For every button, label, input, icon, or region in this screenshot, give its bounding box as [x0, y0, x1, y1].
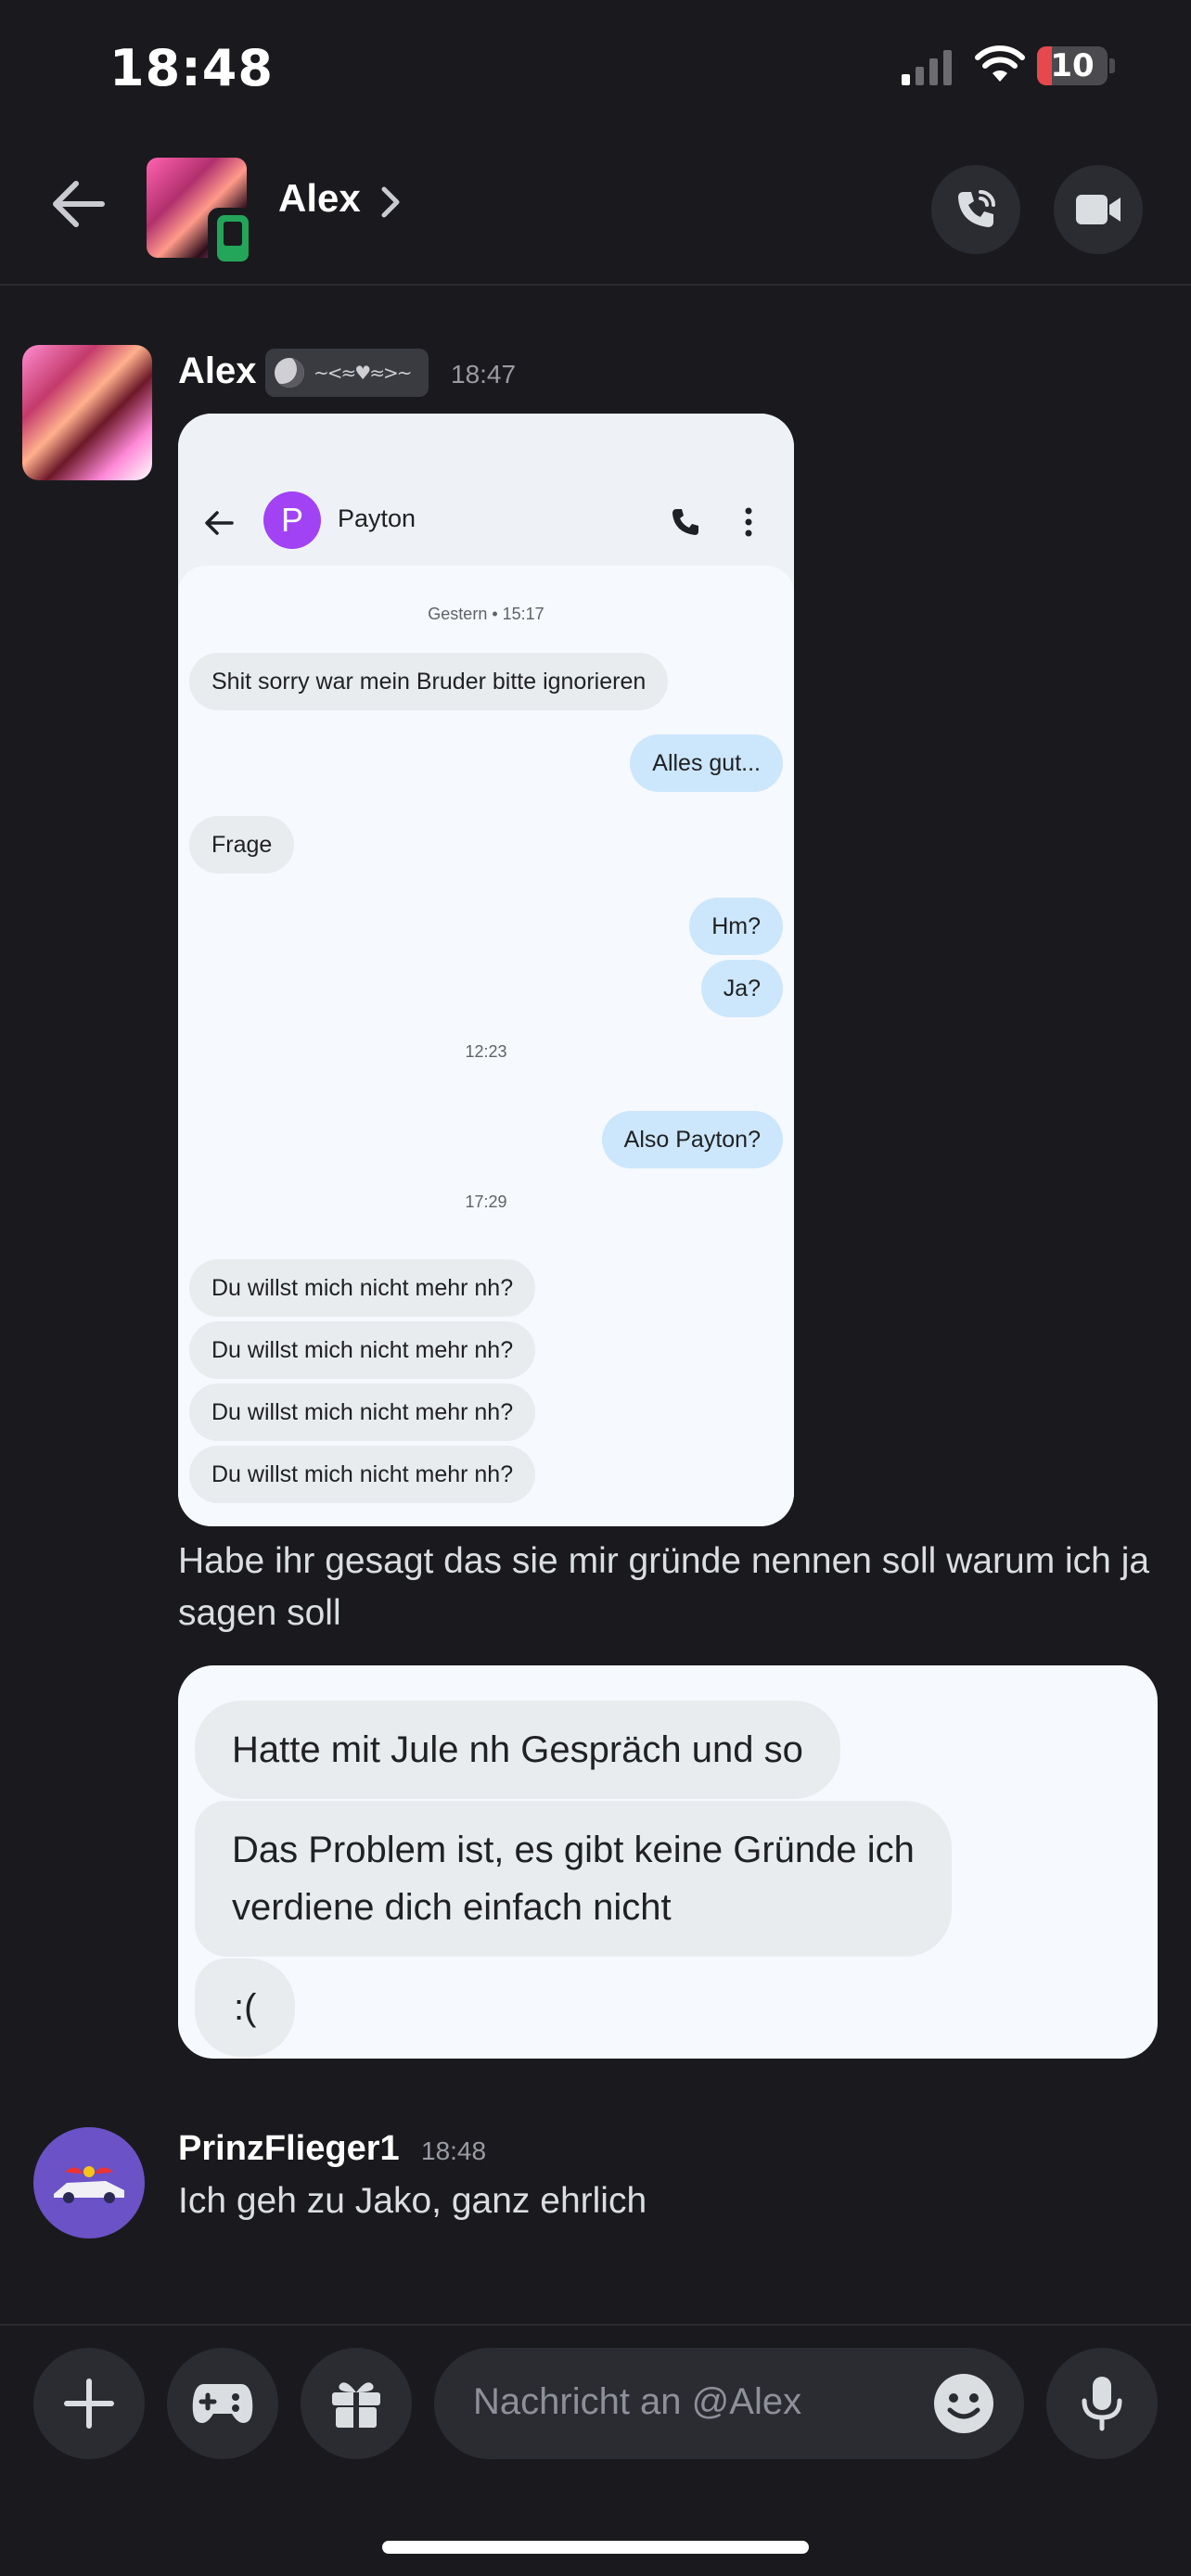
ss-contact-name: Payton: [338, 504, 416, 532]
car-logo-icon: [54, 2166, 124, 2203]
chat-header: Alex: [0, 130, 1191, 286]
ss-message-outgoing: Ja?: [700, 960, 783, 1017]
decoration-icon: ~<≈♥≈>~: [314, 362, 412, 384]
ss-message-outgoing: Hm?: [689, 898, 783, 955]
attachment-image[interactable]: P Payton Gestern • 15:17 Shit sorry war …: [178, 414, 794, 1526]
message-text: Ich geh zu Jako, ganz ehrlich: [178, 2181, 647, 2221]
ss-message-incoming: Hatte mit Jule nh Gespräch und so: [195, 1701, 840, 1799]
ss-message-incoming: Du willst mich nicht mehr nh?: [189, 1321, 536, 1379]
ss-message-incoming: Das Problem ist, es gibt keine Gründe ic…: [195, 1801, 952, 1957]
gift-icon: [332, 2382, 380, 2428]
avatar[interactable]: [33, 2127, 145, 2238]
message-text: Habe ihr gesagt das sie mir gründe nenne…: [178, 1541, 1150, 1633]
message-timestamp: 18:48: [421, 2136, 487, 2165]
message-input[interactable]: Nachricht an @Alex: [434, 2348, 1024, 2459]
ss-message-incoming: Du willst mich nicht mehr nh?: [189, 1384, 536, 1441]
ss-message-outgoing: Alles gut...: [630, 734, 783, 792]
home-indicator[interactable]: [382, 2541, 809, 2554]
battery-level: 10: [1050, 47, 1095, 84]
ss-message-incoming: Du willst mich nicht mehr nh?: [189, 1446, 536, 1503]
ss-message-incoming: Frage: [189, 816, 295, 874]
ss-message-line: Das Problem ist, es gibt keine Gründe ic…: [232, 1830, 915, 1870]
voice-message-button[interactable]: [1046, 2348, 1158, 2459]
chevron-right-icon[interactable]: [377, 184, 404, 221]
contact-name[interactable]: Alex: [278, 176, 361, 221]
ss-header: P Payton: [178, 414, 794, 562]
ss-message-incoming: Shit sorry war mein Bruder bitte ignorie…: [189, 653, 669, 710]
ss-date-divider: Gestern • 15:17: [428, 605, 544, 623]
header-avatar[interactable]: [147, 158, 258, 269]
back-button[interactable]: [45, 171, 111, 237]
activities-button[interactable]: [167, 2348, 278, 2459]
more-vertical-icon: [745, 507, 752, 537]
ss-message-outgoing: Also Payton?: [601, 1111, 783, 1168]
ss-message-line: Hatte mit Jule nh Gespräch und so: [232, 1729, 803, 1770]
ss-message-line: :(: [234, 1987, 257, 2028]
message-composer: Nachricht an @Alex: [0, 2324, 1191, 2576]
message-input-placeholder: Nachricht an @Alex: [473, 2381, 802, 2422]
arrow-left-icon: [205, 511, 234, 535]
gamepad-icon: [192, 2384, 253, 2423]
cellular-signal-icon: [902, 50, 952, 85]
arrow-left-icon: [53, 181, 105, 227]
ss-message-incoming: :(: [195, 1958, 296, 2057]
message-author[interactable]: PrinzFlieger1: [178, 2129, 400, 2169]
video-camera-icon: [1076, 195, 1121, 224]
mobile-status-icon: [208, 208, 258, 269]
phone-icon: [672, 509, 698, 535]
add-attachment-button[interactable]: [33, 2348, 145, 2459]
wifi-icon: [975, 45, 1025, 82]
ss-date-divider: 17:29: [465, 1192, 507, 1211]
message-timestamp: 18:47: [451, 360, 517, 389]
message-author[interactable]: Alex: [178, 351, 257, 392]
avatar[interactable]: [22, 345, 152, 480]
battery-icon: 10: [1037, 46, 1115, 85]
phone-icon: [958, 190, 995, 227]
microphone-icon: [1082, 2377, 1122, 2431]
ss-avatar: P: [263, 491, 321, 549]
attachment-image[interactable]: Hatte mit Jule nh Gespräch und so Das Pr…: [178, 1665, 1158, 2059]
video-call-button[interactable]: [1054, 165, 1143, 254]
status-bar: 18:48 10: [0, 0, 1191, 130]
gift-button[interactable]: [301, 2348, 412, 2459]
emoji-icon[interactable]: [933, 2373, 994, 2434]
ss-conversation: Gestern • 15:17 Shit sorry war mein Brud…: [178, 566, 794, 1526]
voice-call-button[interactable]: [931, 165, 1020, 254]
ss-message-line: verdiene dich einfach nicht: [232, 1887, 672, 1928]
moon-icon: [275, 358, 304, 388]
user-tag-badge: ~<≈♥≈>~: [265, 349, 429, 397]
plus-icon: [64, 2378, 114, 2429]
status-time: 18:48: [109, 39, 274, 97]
ss-date-divider: 12:23: [465, 1042, 507, 1061]
ss-message-incoming: Du willst mich nicht mehr nh?: [189, 1259, 536, 1317]
